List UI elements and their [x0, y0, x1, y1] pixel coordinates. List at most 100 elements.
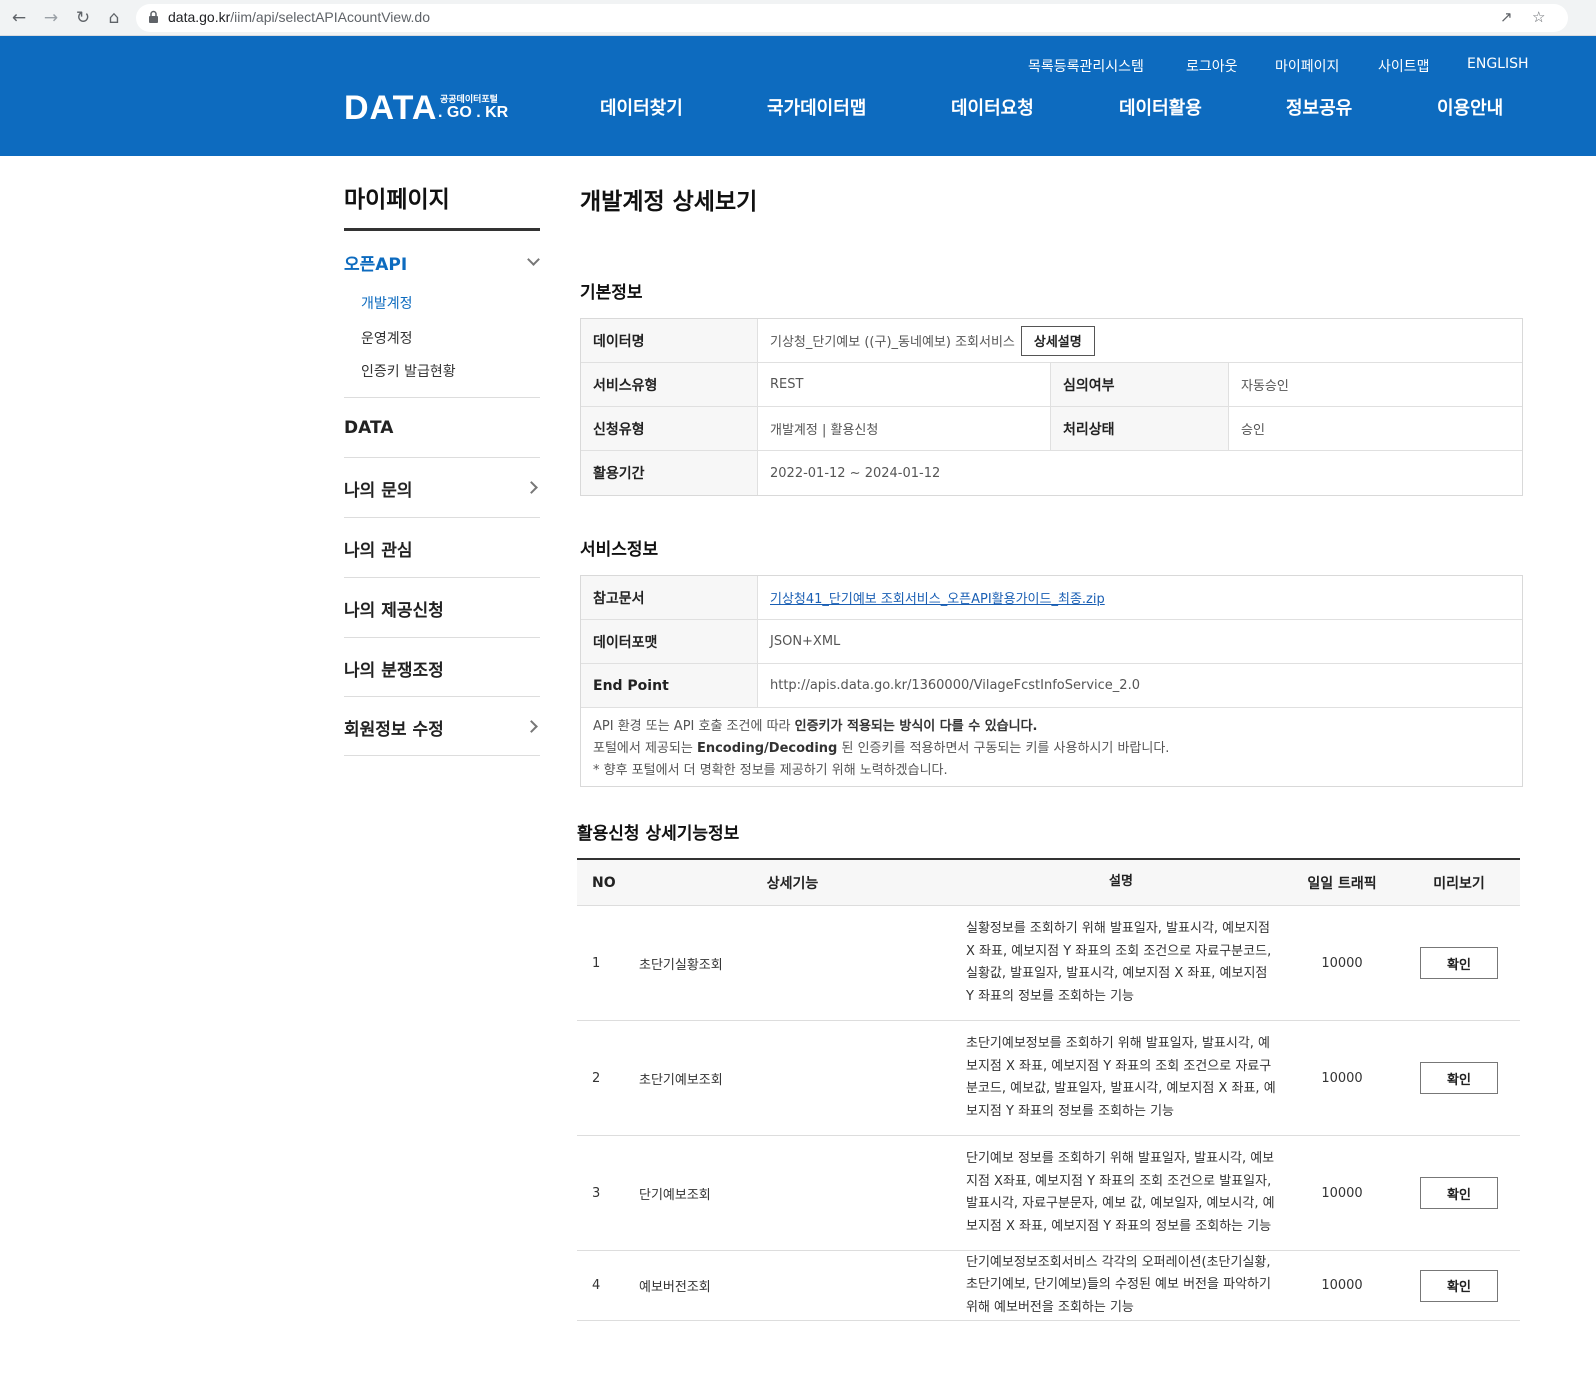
apply-type-value: 개발계정 | 활용신청 — [758, 407, 1051, 450]
row-preview: 확인 — [1398, 1251, 1520, 1320]
table-row: 4 예보버전조회 단기예보정보조회서비스 각각의 오퍼레이션(초단기실황, 초단… — [577, 1251, 1520, 1321]
sidebar-item-inquiry[interactable]: 나의 문의 — [344, 476, 412, 501]
endpoint-label: End Point — [581, 664, 758, 707]
logo-main: DATA — [344, 89, 438, 127]
row-no: 2 — [592, 1070, 601, 1086]
util-link-logout[interactable]: 로그아웃 — [1186, 56, 1238, 76]
gnb-data-request[interactable]: 데이터요청 — [951, 94, 1034, 120]
header-no: NO — [592, 874, 616, 891]
logo-domain: . GO . KR — [438, 104, 509, 121]
status-label: 처리상태 — [1051, 407, 1229, 450]
format-value: JSON+XML — [770, 634, 841, 649]
sidebar-title: 마이페이지 — [344, 187, 450, 213]
ref-doc-cell: 기상청41_단기예보 조회서비스_오픈API활용가이드_최종.zip — [758, 576, 1522, 619]
table-row: 참고문서 기상청41_단기예보 조회서비스_오픈API활용가이드_최종.zip — [581, 576, 1522, 620]
back-arrow-icon[interactable]: ← — [6, 5, 32, 31]
row-name: 단기예보조회 — [639, 1187, 711, 1203]
service-info-title: 서비스정보 — [580, 540, 659, 560]
table-row: 신청유형 개발계정 | 활용신청 처리상태 승인 — [581, 407, 1522, 451]
gnb-guide[interactable]: 이용안내 — [1437, 94, 1503, 120]
browser-toolbar: ← → ↻ ⌂ data.go.kr/iim/api/selectAPIAcou… — [0, 0, 1596, 36]
ref-doc-label: 참고문서 — [581, 576, 758, 619]
share-icon[interactable]: ↗ — [1500, 8, 1513, 26]
header-preview: 미리보기 — [1433, 875, 1485, 892]
util-link-mypage[interactable]: 마이페이지 — [1275, 56, 1339, 76]
sidebar-item-data[interactable]: DATA — [344, 418, 393, 438]
row-traffic: 10000 — [1321, 1185, 1363, 1201]
format-label: 데이터포맷 — [581, 620, 758, 663]
status-value: 승인 — [1241, 423, 1265, 438]
table-row: End Point http://apis.data.go.kr/1360000… — [581, 664, 1522, 708]
reload-icon[interactable]: ↻ — [70, 5, 96, 31]
confirm-button[interactable]: 확인 — [1420, 947, 1498, 979]
data-name-label: 데이터명 — [581, 319, 758, 362]
apply-type-label: 신청유형 — [581, 407, 758, 450]
gnb-data-map[interactable]: 국가데이터맵 — [767, 94, 866, 120]
url-text: data.go.kr/iim/api/selectAPIAcountView.d… — [168, 9, 431, 25]
detail-description-button[interactable]: 상세설명 — [1020, 325, 1095, 356]
row-no: 1 — [592, 955, 601, 971]
gnb-find-data[interactable]: 데이터찾기 — [600, 94, 683, 120]
sidebar-sub-dev-account[interactable]: 개발계정 — [361, 293, 413, 313]
row-desc: 단기예보 정보를 조회하기 위해 발표일자, 발표시각, 예보지점 X좌표, 예… — [966, 1151, 1275, 1234]
sidebar-divider — [344, 696, 540, 697]
util-link-sitemap[interactable]: 사이트맵 — [1378, 56, 1430, 76]
header-traffic: 일일 트래픽 — [1307, 875, 1377, 892]
confirm-button[interactable]: 확인 — [1420, 1062, 1498, 1094]
row-name: 예보버전조회 — [639, 1280, 711, 1295]
table-row: 2 초단기예보조회 초단기예보정보를 조회하기 위해 발표일자, 발표시각, 예… — [577, 1021, 1520, 1136]
sidebar-item-provide-request[interactable]: 나의 제공신청 — [344, 596, 444, 621]
sidebar-divider — [344, 755, 540, 756]
review-label: 심의여부 — [1051, 363, 1229, 406]
table-header: NO 상세기능 설명 일일 트래픽 미리보기 — [577, 860, 1520, 906]
sidebar-item-open-api[interactable]: 오픈API — [344, 250, 407, 275]
sidebar-divider — [344, 637, 540, 638]
chevron-right-icon[interactable] — [525, 481, 538, 494]
row-no: 3 — [592, 1185, 601, 1201]
header-name: 상세기능 — [766, 875, 819, 892]
row-desc: 초단기예보정보를 조회하기 위해 발표일자, 발표시각, 예보지점 X 좌표, … — [966, 1036, 1276, 1119]
chevron-right-icon[interactable] — [525, 720, 538, 733]
row-desc: 실황정보를 조회하기 위해 발표일자, 발표시각, 예보지점 X 좌표, 예보지… — [966, 921, 1272, 1004]
sidebar-item-interest[interactable]: 나의 관심 — [344, 536, 412, 561]
home-icon[interactable]: ⌂ — [101, 5, 127, 31]
basic-info-title: 기본정보 — [580, 283, 643, 303]
forward-arrow-icon[interactable]: → — [38, 5, 64, 31]
table-row: 활용기간 2022-01-12 ~ 2024-01-12 — [581, 451, 1522, 495]
sidebar-divider — [344, 517, 540, 518]
row-traffic: 10000 — [1321, 1070, 1363, 1086]
row-preview: 확인 — [1398, 906, 1520, 1020]
row-name: 초단기예보조회 — [639, 1072, 723, 1088]
table-row: 데이터명 기상청_단기예보 ((구)_동네예보) 조회서비스 상세설명 — [581, 319, 1522, 363]
gnb-info-share[interactable]: 정보공유 — [1286, 94, 1352, 120]
confirm-button[interactable]: 확인 — [1420, 1177, 1498, 1209]
sidebar-title-rule — [344, 228, 540, 231]
sidebar-item-member-edit[interactable]: 회원정보 수정 — [344, 715, 444, 740]
sidebar-divider — [344, 577, 540, 578]
sidebar-sub-ops-account[interactable]: 운영계정 — [361, 328, 413, 348]
sidebar-divider — [344, 397, 540, 398]
sidebar-sub-key-status[interactable]: 인증키 발급현황 — [361, 361, 456, 381]
util-link-catalog[interactable]: 목록등록관리시스템 — [1028, 56, 1144, 76]
row-traffic: 10000 — [1321, 955, 1363, 971]
chevron-down-icon[interactable] — [527, 253, 540, 266]
function-info-title: 활용신청 상세기능정보 — [577, 824, 740, 844]
table-row: 1 초단기실황조회 실황정보를 조회하기 위해 발표일자, 발표시각, 예보지점… — [577, 906, 1520, 1021]
endpoint-value: http://apis.data.go.kr/1360000/VilageFcs… — [770, 678, 1140, 693]
address-bar[interactable]: data.go.kr/iim/api/selectAPIAcountView.d… — [136, 4, 1568, 32]
period-value: 2022-01-12 ~ 2024-01-12 — [770, 465, 941, 481]
table-row: 서비스유형 REST 심의여부 자동승인 — [581, 363, 1522, 407]
page-title: 개발계정 상세보기 — [580, 189, 758, 215]
row-name: 초단기실황조회 — [639, 957, 723, 973]
ref-doc-link[interactable]: 기상청41_단기예보 조회서비스_오픈API활용가이드_최종.zip — [770, 588, 1105, 607]
gnb-data-use[interactable]: 데이터활용 — [1119, 94, 1202, 120]
confirm-button[interactable]: 확인 — [1420, 1269, 1498, 1302]
util-link-english[interactable]: ENGLISH — [1467, 56, 1529, 72]
row-preview: 확인 — [1398, 1136, 1520, 1250]
sidebar-item-dispute[interactable]: 나의 분쟁조정 — [344, 656, 444, 681]
star-icon[interactable]: ☆ — [1532, 8, 1545, 26]
row-desc: 단기예보정보조회서비스 각각의 오퍼레이션(초단기실황, 초단기예보, 단기예보… — [966, 1254, 1271, 1315]
service-type-label: 서비스유형 — [581, 363, 758, 406]
site-header: 목록등록관리시스템 로그아웃 마이페이지 사이트맵 ENGLISH DATA 공… — [0, 36, 1596, 156]
row-traffic: 10000 — [1321, 1278, 1363, 1293]
